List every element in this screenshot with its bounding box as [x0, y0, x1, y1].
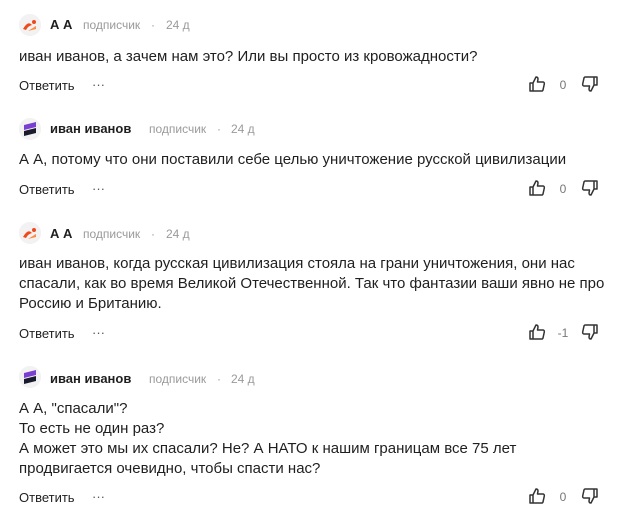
comment-time: 24 д	[231, 372, 255, 386]
more-options-button[interactable]: ···	[92, 326, 105, 339]
vote-score: 0	[559, 490, 567, 504]
comment-text: А А, потому что они поставили себе целью…	[19, 151, 567, 168]
vote-score: -1	[557, 326, 569, 340]
thumbs-down-icon[interactable]	[580, 486, 600, 506]
author-name[interactable]: А А	[50, 17, 72, 32]
reply-button[interactable]: Ответить	[19, 490, 75, 505]
thumbs-down-icon[interactable]	[580, 74, 600, 94]
meta-separator: ·	[217, 122, 221, 136]
author-badge: подписчик	[83, 18, 141, 32]
avatar[interactable]	[19, 366, 41, 388]
comment-text: А А, "спасали"? То есть не один раз? А м…	[19, 400, 517, 477]
author-badge: подписчик	[149, 122, 207, 136]
author-name[interactable]: иван иванов	[50, 371, 131, 386]
reply-button[interactable]: Ответить	[19, 78, 75, 93]
reply-button[interactable]: Ответить	[19, 326, 75, 341]
thumbs-up-icon[interactable]	[527, 322, 547, 342]
author-name[interactable]: А А	[50, 226, 72, 241]
thumbs-down-icon[interactable]	[580, 322, 600, 342]
author-badge: подписчик	[83, 227, 141, 241]
author-badge: подписчик	[149, 372, 207, 386]
vote-score: 0	[559, 78, 567, 92]
meta-separator: ·	[151, 18, 155, 32]
avatar[interactable]	[19, 14, 41, 36]
avatar-logo-icon	[19, 222, 41, 244]
thumbs-up-icon[interactable]	[527, 178, 547, 198]
more-options-button[interactable]: ···	[92, 78, 105, 91]
comment-text: иван иванов, а зачем нам это? Или вы про…	[19, 48, 478, 65]
more-options-button[interactable]: ···	[92, 182, 105, 195]
comment-time: 24 д	[231, 122, 255, 136]
thumbs-up-icon[interactable]	[527, 486, 547, 506]
meta-separator: ·	[151, 227, 155, 241]
avatar-logo-icon	[19, 366, 41, 388]
thumbs-down-icon[interactable]	[580, 178, 600, 198]
meta-separator: ·	[217, 372, 221, 386]
comment-text: иван иванов, когда русская цивилизация с…	[19, 255, 605, 312]
avatar[interactable]	[19, 118, 41, 140]
avatar-logo-icon	[19, 14, 41, 36]
vote-score: 0	[559, 182, 567, 196]
thumbs-up-icon[interactable]	[527, 74, 547, 94]
author-name[interactable]: иван иванов	[50, 121, 131, 136]
avatar[interactable]	[19, 222, 41, 244]
avatar-logo-icon	[19, 118, 41, 140]
comment-time: 24 д	[166, 227, 190, 241]
comment-time: 24 д	[166, 18, 190, 32]
more-options-button[interactable]: ···	[92, 490, 105, 503]
reply-button[interactable]: Ответить	[19, 182, 75, 197]
